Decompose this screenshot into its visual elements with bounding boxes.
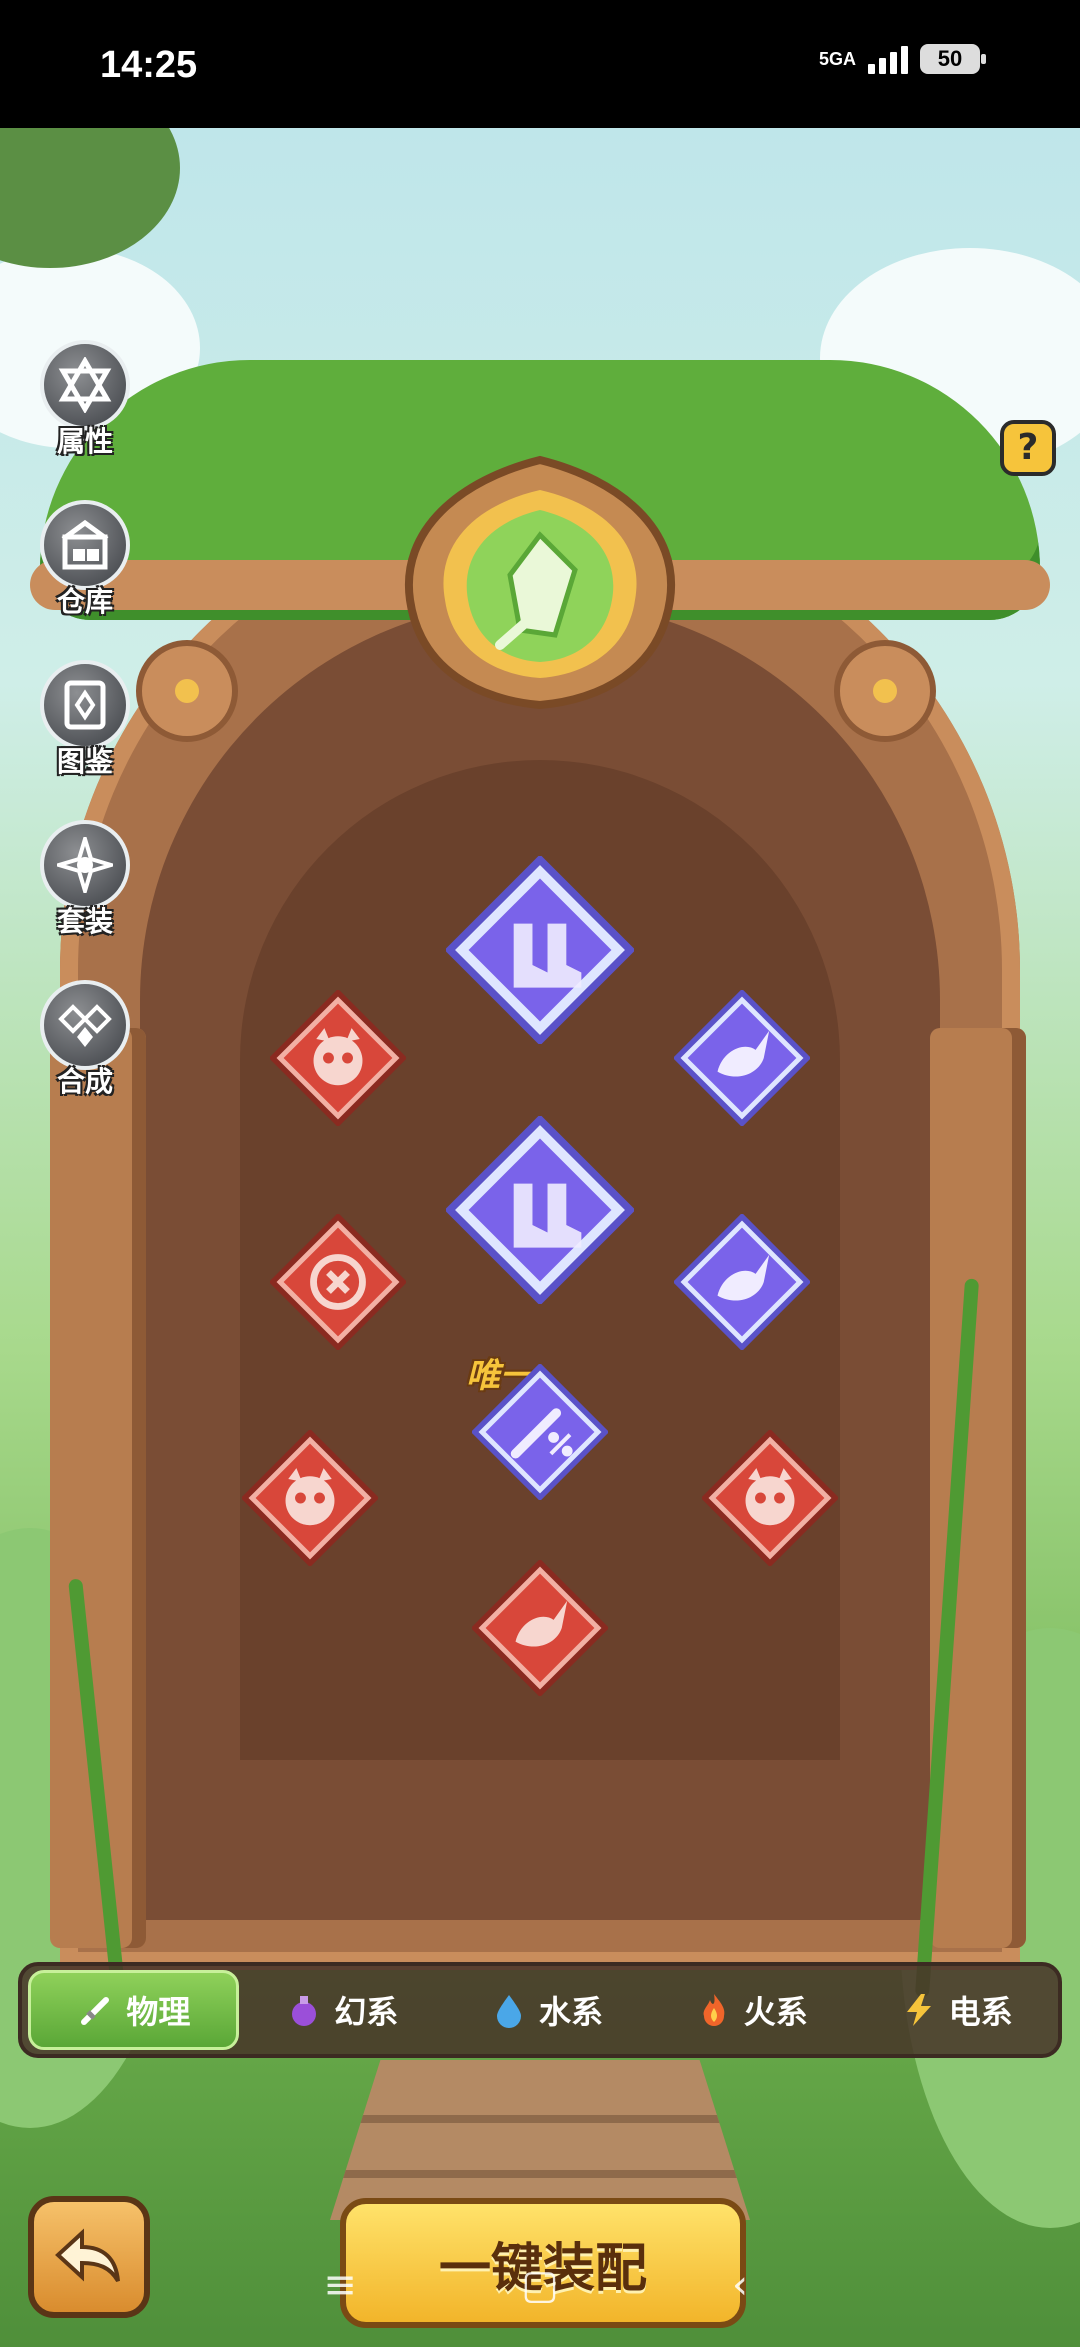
purple-bird-gem-right[interactable]	[674, 1214, 810, 1350]
bird-icon	[674, 990, 810, 1126]
tab-label: 火系	[743, 1993, 808, 2031]
right-pillar	[930, 1028, 1026, 1948]
red-monster-gem-top-left[interactable]	[270, 990, 406, 1126]
side-btn-codex[interactable]: 图鉴	[30, 660, 140, 800]
home-icon[interactable]: ▢	[500, 2262, 580, 2308]
purple-bird-gem-top-right[interactable]	[674, 990, 810, 1126]
help-button[interactable]: ?	[1000, 420, 1056, 476]
potion-icon	[284, 1990, 324, 2030]
tab-label: 电系	[948, 1993, 1013, 2031]
bird-icon	[472, 1560, 608, 1696]
roof-knob-right	[834, 640, 936, 742]
roof-knob-left	[136, 640, 238, 742]
status-bar: 14:25 5GA 50	[0, 0, 1080, 128]
back-arrow-icon	[55, 2228, 120, 2283]
back-button[interactable]	[28, 2196, 150, 2318]
stone-steps	[330, 2060, 750, 2220]
eye-target-icon	[270, 1214, 406, 1350]
element-tab-bar: 物理 幻系 水系 火系 电系	[18, 1962, 1062, 2058]
red-eye-gem-left[interactable]	[270, 1214, 406, 1350]
tab-electric[interactable]: 电系	[853, 1970, 1058, 2050]
tab-physical[interactable]: 物理	[28, 1970, 239, 2050]
bird-icon	[674, 1214, 810, 1350]
compass-star-icon	[40, 820, 130, 910]
emblem-crest	[390, 450, 690, 710]
tab-water[interactable]: 水系	[444, 1970, 649, 2050]
large-purple-boots-gem-2[interactable]	[446, 1116, 634, 1304]
side-btn-sets[interactable]: 套装	[30, 820, 140, 960]
tab-label: 幻系	[334, 1993, 399, 2031]
system-nav-bar: ≡ ▢ ‹	[300, 2260, 780, 2310]
boots-icon	[446, 856, 634, 1044]
monster-icon	[270, 990, 406, 1126]
background-tree	[0, 128, 180, 268]
water-drop-icon	[489, 1990, 529, 2030]
tab-illusion[interactable]: 幻系	[239, 1970, 444, 2050]
sword-icon	[76, 1990, 116, 2030]
sword-percent-icon	[472, 1364, 608, 1500]
warehouse-icon	[40, 500, 130, 590]
monster-icon	[702, 1430, 838, 1566]
battery-icon: 50	[920, 44, 986, 74]
side-btn-attributes[interactable]: 属性	[30, 340, 140, 480]
tab-fire[interactable]: 火系	[648, 1970, 853, 2050]
fire-icon	[694, 1990, 734, 2030]
side-label: 仓库	[56, 585, 113, 618]
side-label: 合成	[56, 1065, 113, 1098]
side-btn-synthesis[interactable]: 合成	[30, 980, 140, 1120]
synthesis-icon	[40, 980, 130, 1070]
side-label: 套装	[56, 905, 113, 938]
leaf-crystal-emblem-icon	[404, 455, 676, 710]
status-indicators: 5GA 50	[818, 44, 986, 74]
signal-icon	[868, 44, 908, 74]
large-purple-boots-gem[interactable]	[446, 856, 634, 1044]
network-type: 5GA	[818, 49, 856, 69]
unique-purple-sword-gem[interactable]	[472, 1364, 608, 1500]
side-label: 图鉴	[56, 745, 113, 778]
boots-icon	[446, 1116, 634, 1304]
side-btn-warehouse[interactable]: 仓库	[30, 500, 140, 640]
tab-label: 物理	[126, 1993, 191, 2031]
lightning-icon	[899, 1990, 939, 2030]
star-of-david-icon	[40, 340, 130, 430]
back-nav-icon[interactable]: ‹	[700, 2262, 780, 2308]
tab-label: 水系	[538, 1993, 603, 2031]
side-label: 属性	[56, 425, 113, 458]
red-monster-gem-bottom-left[interactable]	[242, 1430, 378, 1566]
book-icon	[40, 660, 130, 750]
menu-icon[interactable]: ≡	[300, 2262, 380, 2308]
status-time: 14:25	[100, 44, 198, 86]
monster-icon	[242, 1430, 378, 1566]
red-monster-gem-bottom-right[interactable]	[702, 1430, 838, 1566]
red-bird-gem-bottom[interactable]	[472, 1560, 608, 1696]
